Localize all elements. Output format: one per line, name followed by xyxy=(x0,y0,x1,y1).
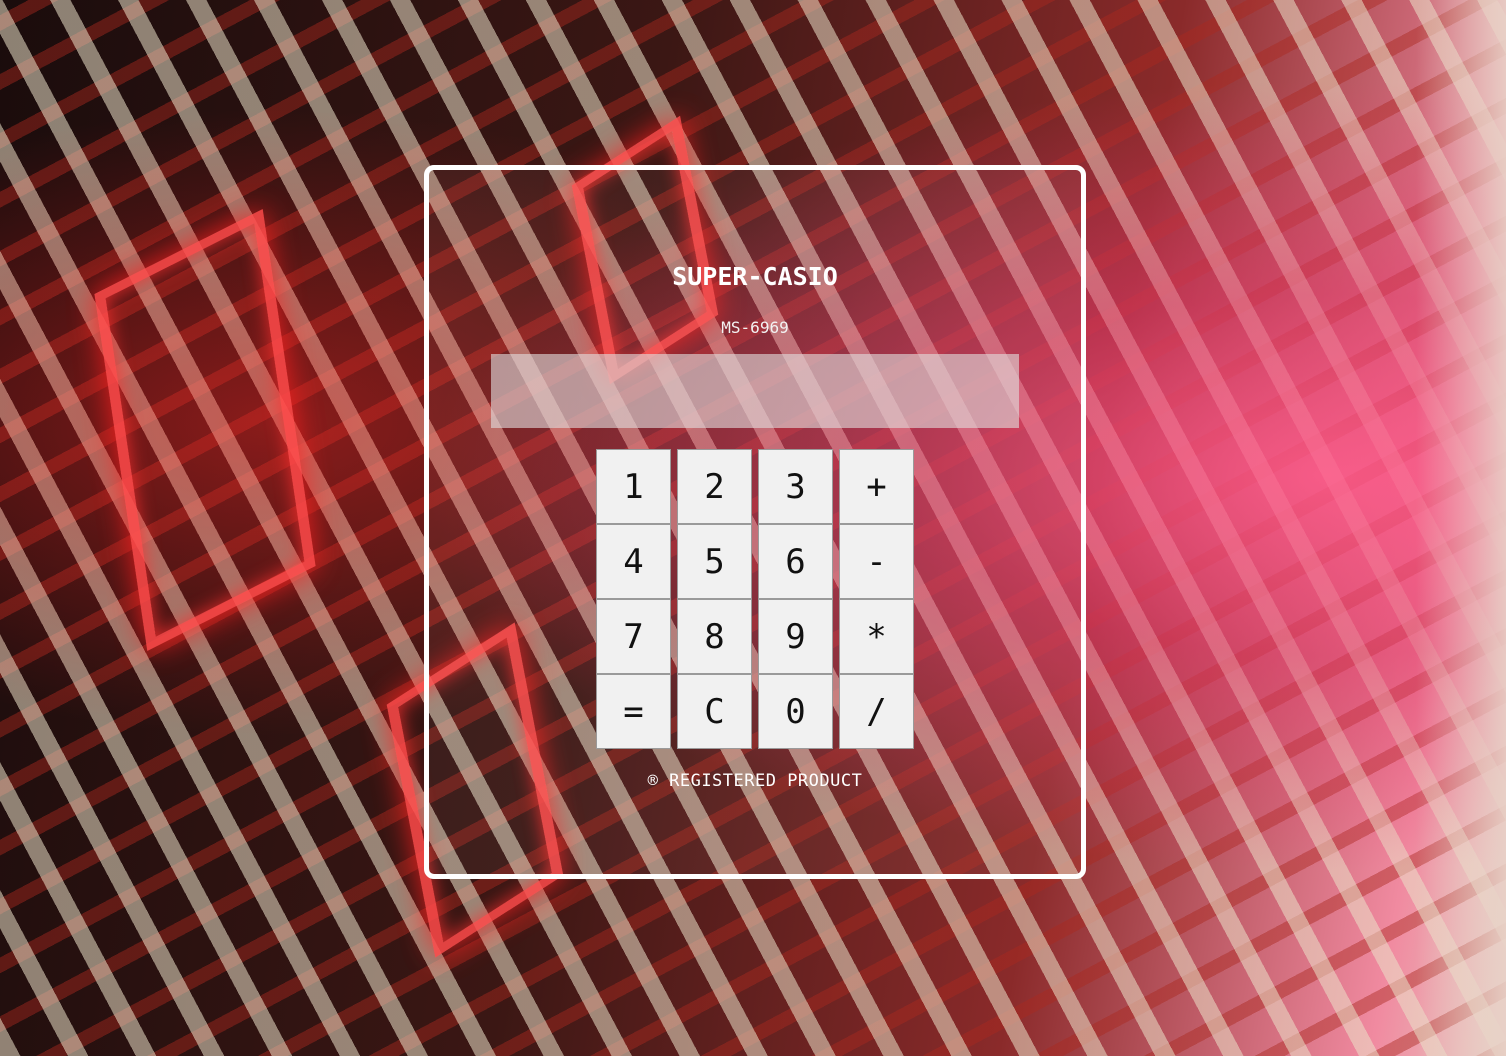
key-4[interactable]: 4 xyxy=(596,524,671,599)
key-5[interactable]: 5 xyxy=(677,524,752,599)
key-plus[interactable]: + xyxy=(839,449,914,524)
key-9[interactable]: 9 xyxy=(758,599,833,674)
key-minus[interactable]: - xyxy=(839,524,914,599)
key-divide[interactable]: / xyxy=(839,674,914,749)
calculator: SUPER-CASIO MS-6969 1 2 3 + 4 5 6 - 7 8 … xyxy=(424,165,1086,879)
key-8[interactable]: 8 xyxy=(677,599,752,674)
calculator-display[interactable] xyxy=(491,354,1019,428)
key-2[interactable]: 2 xyxy=(677,449,752,524)
keypad: 1 2 3 + 4 5 6 - 7 8 9 * = C 0 / xyxy=(596,449,916,749)
key-1[interactable]: 1 xyxy=(596,449,671,524)
brand-title: SUPER-CASIO xyxy=(672,262,838,291)
background-wall xyxy=(1416,0,1506,1056)
key-equals[interactable]: = xyxy=(596,674,671,749)
key-6[interactable]: 6 xyxy=(758,524,833,599)
key-7[interactable]: 7 xyxy=(596,599,671,674)
registered-product-label: ® REGISTERED PRODUCT xyxy=(647,771,863,791)
key-clear[interactable]: C xyxy=(677,674,752,749)
model-number: MS-6969 xyxy=(721,318,789,337)
key-0[interactable]: 0 xyxy=(758,674,833,749)
key-multiply[interactable]: * xyxy=(839,599,914,674)
key-3[interactable]: 3 xyxy=(758,449,833,524)
